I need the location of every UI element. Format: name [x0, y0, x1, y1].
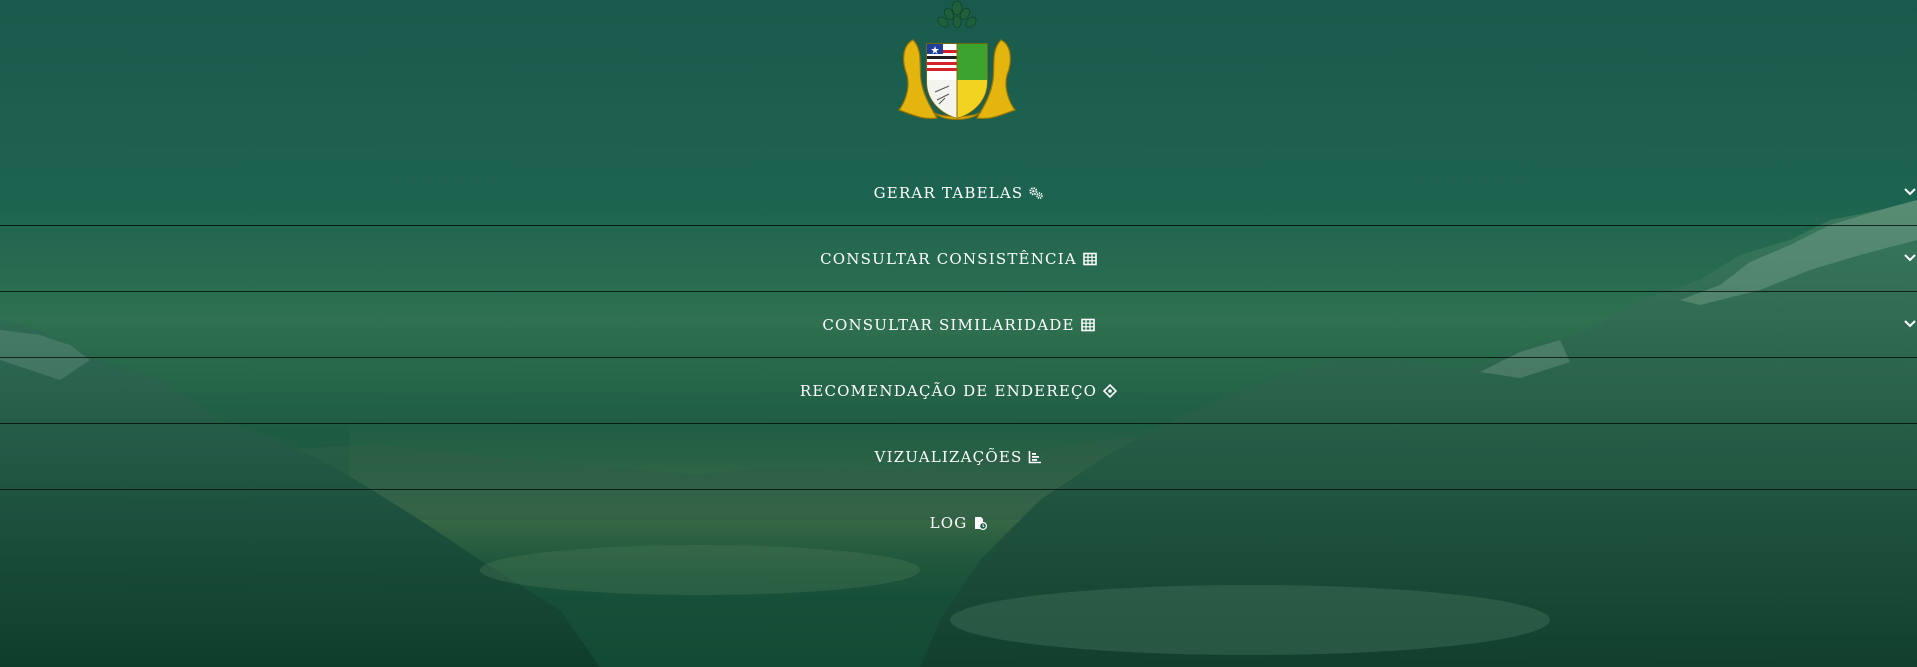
menu-item-label: LOG	[929, 513, 968, 532]
table-icon	[1080, 318, 1095, 331]
bar-chart-icon	[1029, 450, 1042, 463]
main-menu: GERAR TABELAS CONSULTAR CONSISTÊNCIA CON…	[0, 160, 1917, 555]
table-icon	[1083, 252, 1097, 265]
menu-item-label: CONSULTAR CONSISTÊNCIA	[820, 249, 1077, 268]
chevron-down-icon[interactable]	[1903, 187, 1917, 197]
crosshairs-icon	[1103, 383, 1118, 398]
menu-item-gerar-tabelas[interactable]: GERAR TABELAS	[0, 160, 1917, 226]
menu-item-label: GERAR TABELAS	[873, 183, 1024, 202]
menu-item-recomendacao-endereco[interactable]: RECOMENDAÇÃO DE ENDEREÇO	[0, 358, 1917, 424]
chevron-down-icon[interactable]	[1903, 319, 1917, 329]
menu-item-label: RECOMENDAÇÃO DE ENDEREÇO	[799, 381, 1098, 400]
coat-of-arms-logo	[898, 0, 1016, 120]
page: GERAR TABELAS CONSULTAR CONSISTÊNCIA CON…	[0, 0, 1917, 667]
chevron-down-icon[interactable]	[1903, 253, 1917, 263]
file-clock-icon	[975, 516, 988, 530]
menu-item-label: VIZUALIZAÇÕES	[874, 447, 1023, 466]
menu-item-consultar-similaridade[interactable]: CONSULTAR SIMILARIDADE	[0, 292, 1917, 358]
gears-icon	[1029, 186, 1044, 199]
menu-item-vizualizacoes[interactable]: VIZUALIZAÇÕES	[0, 424, 1917, 490]
menu-item-consultar-consistencia[interactable]: CONSULTAR CONSISTÊNCIA	[0, 226, 1917, 292]
menu-item-log[interactable]: LOG	[0, 490, 1917, 555]
menu-item-label: CONSULTAR SIMILARIDADE	[822, 315, 1075, 334]
